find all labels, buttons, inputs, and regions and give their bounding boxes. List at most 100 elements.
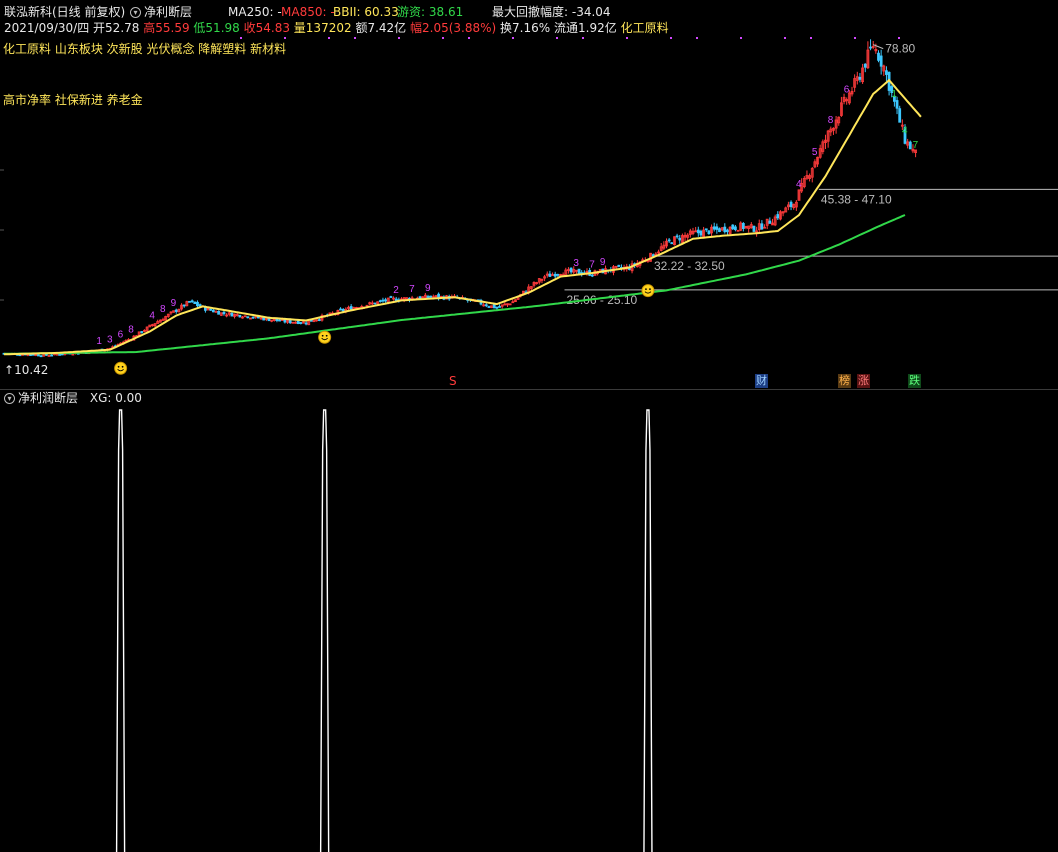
candle-body (209, 308, 213, 311)
magic-digit: 3 (573, 258, 579, 269)
candle-body (39, 355, 43, 358)
magic-digit: 8 (828, 115, 834, 126)
candle-body (384, 299, 388, 302)
gap-label-1: 32.22 - 32.50 (654, 259, 725, 273)
candle-body (678, 237, 682, 241)
candle-body (752, 225, 756, 232)
candle-body (789, 201, 793, 208)
candle-body (190, 300, 194, 303)
candle-body (858, 76, 862, 80)
smiley-icon (641, 284, 655, 298)
signal-dot (284, 37, 286, 39)
price-chart[interactable]: 45.38 - 47.1032.22 - 32.5025.06 - 25.101… (0, 0, 1058, 852)
rise-badge[interactable]: 涨 (857, 374, 870, 388)
magic-digit: 9 (425, 283, 431, 294)
smiley-icon (318, 330, 332, 344)
finance-badge[interactable]: 财 (755, 374, 768, 388)
candle-body (339, 308, 342, 311)
candle-body (317, 319, 321, 321)
candle-body (296, 320, 300, 325)
candle-body (731, 224, 735, 230)
candle-body (667, 239, 671, 242)
candle-body (617, 264, 621, 267)
signal-dot (670, 37, 672, 39)
signal-dot (556, 37, 558, 39)
candle-body (487, 306, 491, 308)
candle-body (776, 214, 780, 219)
candle-body (577, 268, 581, 275)
candle-body (590, 274, 594, 277)
candle-body (548, 273, 552, 277)
sub-panel-title: 净利润断层 (18, 391, 79, 405)
low-price-value: 10.42 (14, 363, 49, 377)
low-price-icon: ↑ (4, 363, 15, 377)
smiley-eye (645, 288, 647, 291)
gap-label-0: 45.38 - 47.10 (821, 192, 892, 206)
magic-digit: 4 (796, 179, 802, 190)
s-marker[interactable]: S (449, 374, 457, 388)
signal-dot (512, 37, 514, 39)
candle-body (712, 226, 716, 230)
xg-label: XG: 0.00 (89, 391, 142, 405)
candle-body (723, 226, 727, 233)
candle-body (283, 319, 287, 323)
candle-body (389, 296, 393, 298)
signal-dot (468, 37, 470, 39)
candle-body (161, 319, 165, 321)
magic-digit: 4 (902, 126, 908, 137)
candle-body (37, 354, 40, 357)
ranking-badge[interactable]: 榜 (838, 374, 851, 388)
candle-body (304, 322, 308, 325)
candle-body (715, 226, 719, 230)
magic-digit: 7 (409, 284, 415, 295)
signal-dot (854, 37, 856, 39)
signal-dot (240, 37, 242, 39)
candle-body (498, 306, 501, 308)
candle-body (675, 235, 679, 238)
candle-body (378, 300, 382, 303)
candle-body (699, 230, 703, 236)
candle-body (214, 310, 218, 313)
peak-pointer (873, 44, 884, 50)
candle-body (760, 223, 764, 230)
signal-dot (784, 37, 786, 39)
candle-body (569, 267, 573, 273)
peak-label: 78.80 (885, 42, 915, 56)
magic-digit: 1 (96, 336, 102, 347)
sub-panel-header[interactable]: ▾ 净利润断层 XG: 0.00 (4, 391, 142, 405)
fall-badge[interactable]: 跌 (908, 374, 921, 388)
candle-body (484, 304, 488, 307)
candle-body (222, 311, 226, 315)
xg-spike-0 (115, 409, 126, 852)
smiley-eye (321, 334, 324, 337)
signal-dot (582, 37, 584, 39)
candle-body (193, 301, 197, 305)
xg-spike-2 (643, 409, 653, 852)
signal-dot (696, 37, 698, 39)
candle-body (741, 223, 745, 229)
candle-body (50, 354, 54, 357)
candle-body (381, 299, 385, 302)
candle-body (29, 354, 32, 356)
candle-body (429, 295, 433, 298)
panel-divider[interactable] (0, 389, 1058, 390)
candle-body (696, 229, 700, 234)
signal-dot (626, 37, 628, 39)
smiley-eye (117, 365, 120, 368)
candle-body (898, 108, 902, 123)
candle-body (373, 302, 377, 305)
candle-body (182, 304, 186, 307)
magic-digit: 1 (891, 89, 897, 100)
candle-body (140, 331, 144, 333)
signal-dot (898, 37, 900, 39)
candle-body (726, 229, 729, 233)
candle-body (275, 318, 279, 321)
candle-body (262, 317, 266, 321)
candle-body (553, 273, 557, 277)
candle-body (768, 220, 772, 224)
smiley-eye (325, 334, 328, 337)
magic-digit: 3 (107, 334, 113, 345)
candle-body (734, 226, 737, 231)
signal-dot (810, 37, 812, 39)
candle-body (58, 353, 62, 356)
